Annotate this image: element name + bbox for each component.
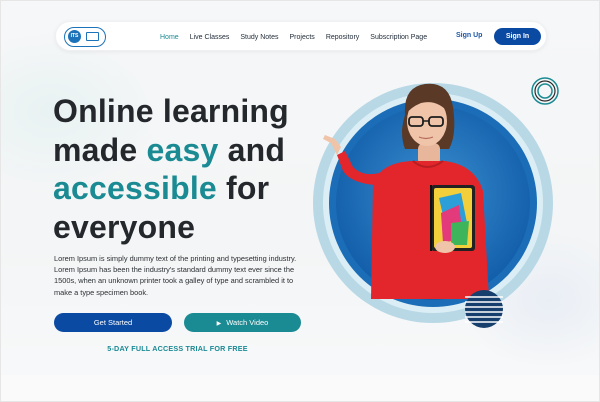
decorative-striped-circle bbox=[465, 290, 503, 328]
hero-headline: Online learning made easy and accessible… bbox=[53, 92, 303, 246]
sign-in-button[interactable]: Sign In bbox=[494, 28, 541, 45]
watch-video-button[interactable]: ▶ Watch Video bbox=[184, 313, 301, 332]
navbar: ITS Home Live Classes Study Notes Projec… bbox=[55, 21, 547, 51]
nav-link-repository[interactable]: Repository bbox=[326, 34, 359, 41]
nav-links: Home Live Classes Study Notes Projects R… bbox=[160, 22, 438, 52]
nav-link-subscription-page[interactable]: Subscription Page bbox=[370, 34, 427, 41]
play-icon: ▶ bbox=[216, 321, 222, 327]
site-logo[interactable]: ITS bbox=[64, 27, 106, 47]
monitor-icon bbox=[86, 32, 99, 41]
nav-link-study-notes[interactable]: Study Notes bbox=[240, 34, 278, 41]
headline-line-4: everyone bbox=[53, 208, 196, 245]
nav-link-projects[interactable]: Projects bbox=[290, 34, 315, 41]
nav-link-live-classes[interactable]: Live Classes bbox=[190, 34, 230, 41]
sign-up-link[interactable]: Sign Up bbox=[456, 32, 482, 39]
headline-line-1: Online learning bbox=[53, 93, 289, 129]
decorative-ring-top bbox=[531, 77, 559, 105]
bottom-band bbox=[1, 375, 599, 401]
headline-line-2: made easy and bbox=[53, 131, 286, 168]
get-started-button[interactable]: Get Started bbox=[54, 313, 172, 332]
hero-illustration bbox=[313, 77, 559, 328]
watch-video-label: Watch Video bbox=[226, 318, 269, 327]
headline-accent-easy: easy bbox=[146, 131, 219, 168]
nav-link-home[interactable]: Home bbox=[160, 34, 179, 41]
headline-line-3: accessible for bbox=[53, 170, 270, 206]
hero-description: Lorem Ipsum is simply dummy text of the … bbox=[54, 254, 297, 297]
trial-text: 5-DAY FULL ACCESS TRIAL FOR FREE bbox=[107, 344, 248, 353]
logo-badge: ITS bbox=[68, 30, 81, 43]
page-frame: ITS Home Live Classes Study Notes Projec… bbox=[0, 0, 600, 402]
headline-accent-accessible: accessible bbox=[53, 170, 217, 206]
